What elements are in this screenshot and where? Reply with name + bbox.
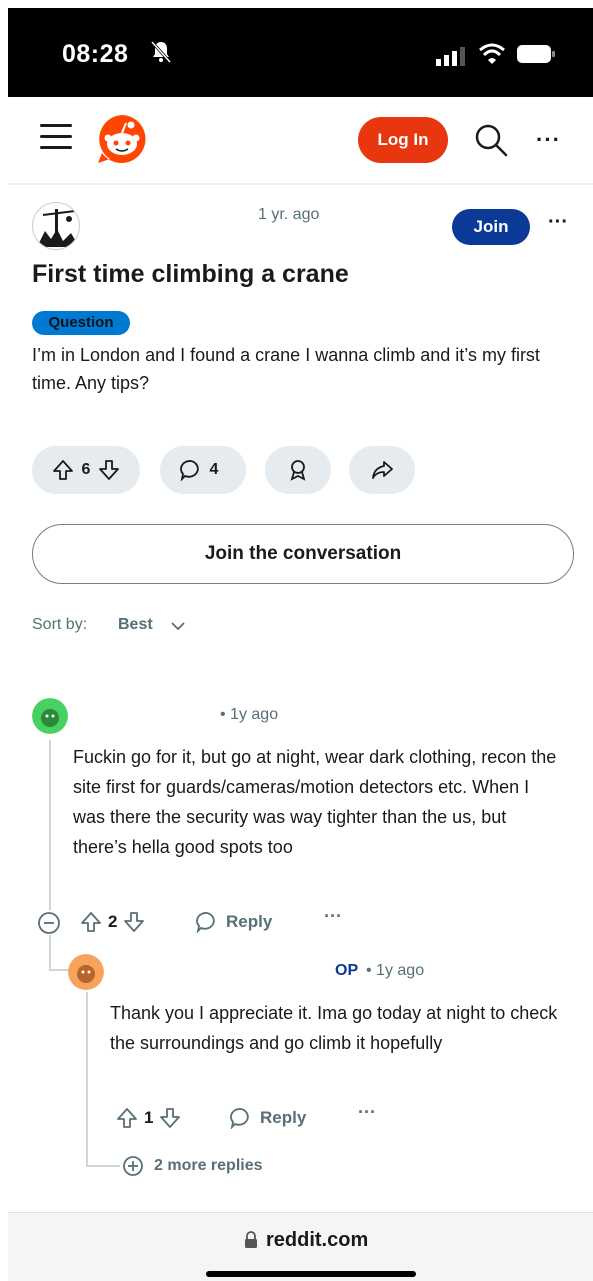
lock-icon xyxy=(245,1231,257,1248)
home-indicator[interactable] xyxy=(206,1271,416,1277)
chevron-down-icon[interactable] xyxy=(170,619,186,633)
join-button[interactable]: Join xyxy=(452,209,530,245)
award-icon xyxy=(290,460,306,481)
comment-text: Fuckin go for it, but go at night, wear … xyxy=(73,747,557,857)
thread-line xyxy=(86,992,88,1148)
collapse-thread-icon[interactable] xyxy=(37,911,61,935)
post-vote-count: 6 xyxy=(81,461,91,478)
comment-more-icon[interactable]: ··· xyxy=(324,906,342,927)
join-conversation-button[interactable]: Join the conversation xyxy=(32,524,574,584)
post-body: I’m in London and I found a crane I wann… xyxy=(32,345,540,393)
reply-label: Reply xyxy=(226,912,273,931)
thread-line xyxy=(86,1148,88,1166)
comment-icon xyxy=(196,912,215,933)
downvote-icon[interactable] xyxy=(123,911,145,933)
thread-connector xyxy=(49,969,69,971)
username-redacted xyxy=(78,698,216,740)
downvote-icon[interactable] xyxy=(159,1107,181,1129)
comment-text: Thank you I appreciate it. Ima go today … xyxy=(110,1003,558,1053)
expand-plus-icon xyxy=(123,1156,143,1176)
comment-time: • 1y ago xyxy=(220,706,279,723)
wifi-icon xyxy=(479,43,505,64)
comment-vote-count: 2 xyxy=(108,912,118,931)
thread-line xyxy=(49,935,51,971)
comment-more-icon[interactable]: ··· xyxy=(358,1102,376,1123)
status-bar: 08:28 xyxy=(8,8,593,97)
post-flair[interactable]: Question xyxy=(32,311,130,335)
sort-dropdown[interactable]: Best xyxy=(118,616,153,634)
comment-count: 4 xyxy=(209,461,219,478)
comment-time: • 1y ago xyxy=(366,962,425,979)
bell-muted-icon xyxy=(150,40,172,64)
battery-icon xyxy=(517,45,555,63)
crane-silhouette-icon xyxy=(37,209,79,247)
reddit-logo[interactable] xyxy=(96,113,148,165)
reply-label: Reply xyxy=(260,1108,307,1127)
thread-line xyxy=(49,740,51,910)
signal-icon xyxy=(436,47,465,66)
login-button[interactable]: Log In xyxy=(358,117,448,163)
more-replies-label: 2 more replies xyxy=(154,1157,263,1174)
hamburger-menu-icon[interactable] xyxy=(40,124,72,152)
comment-vote: 2 xyxy=(80,911,145,933)
commenter-avatar[interactable] xyxy=(68,954,104,990)
comment-vote-count: 1 xyxy=(144,1108,154,1127)
app-header: Log In ··· xyxy=(8,97,593,185)
upvote-icon[interactable] xyxy=(80,911,102,933)
post-more-icon[interactable]: ··· xyxy=(548,211,568,234)
reply-button[interactable]: Reply xyxy=(196,911,272,933)
upvote-icon[interactable] xyxy=(116,1107,138,1129)
reply-button[interactable]: Reply xyxy=(230,1107,306,1129)
subreddit-avatar[interactable] xyxy=(32,202,80,250)
username-redacted xyxy=(110,953,336,997)
upvote-icon[interactable] xyxy=(52,459,74,481)
comment-vote: 1 xyxy=(116,1107,181,1129)
share-button[interactable] xyxy=(349,446,415,494)
more-replies-button[interactable]: 2 more replies xyxy=(122,1155,263,1177)
comment-icon xyxy=(230,1108,249,1129)
vote-pill: 6 xyxy=(32,446,140,494)
post-time: 1 yr. ago xyxy=(258,206,320,223)
url-text: reddit.com xyxy=(266,1229,369,1251)
post-title: First time climbing a crane xyxy=(32,260,349,288)
browser-address-bar[interactable]: reddit.com xyxy=(8,1212,593,1281)
sort-label: Sort by: xyxy=(32,616,88,633)
share-icon xyxy=(372,461,393,479)
comment-icon xyxy=(179,460,199,481)
search-icon[interactable] xyxy=(474,123,508,157)
thread-connector xyxy=(86,1165,120,1167)
comments-button[interactable]: 4 xyxy=(160,446,246,494)
commenter-avatar[interactable] xyxy=(32,698,68,734)
more-options-icon[interactable]: ··· xyxy=(536,127,561,153)
award-button[interactable] xyxy=(265,446,331,494)
downvote-icon[interactable] xyxy=(98,459,120,481)
op-badge: OP xyxy=(335,962,359,979)
status-time: 08:28 xyxy=(62,40,129,68)
